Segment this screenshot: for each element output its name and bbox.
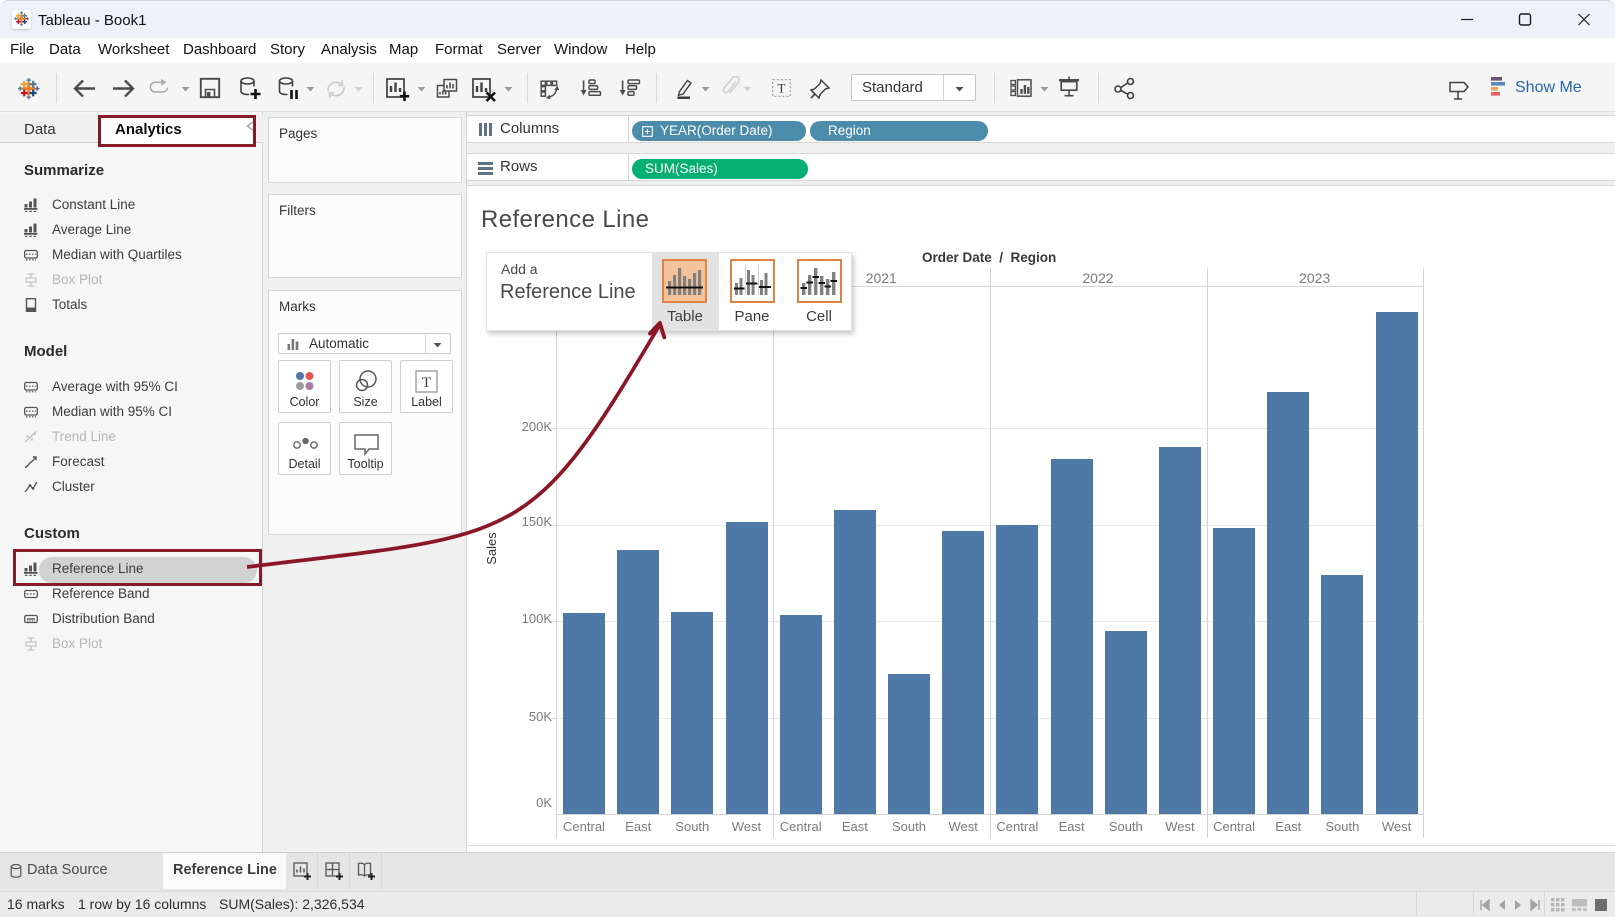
svg-text:T: T [422,375,431,391]
svg-text:T: T [778,81,786,96]
